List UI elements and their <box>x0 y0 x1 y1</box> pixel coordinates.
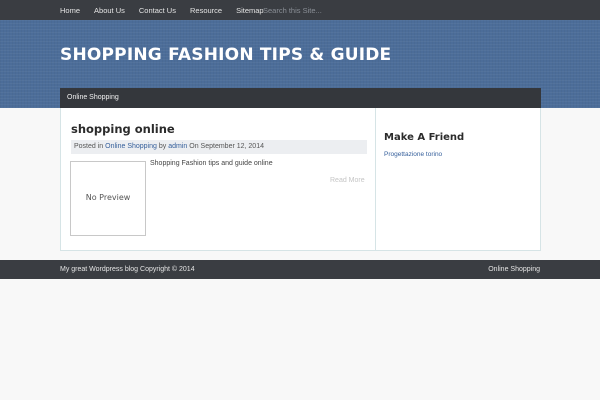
sidebar-widget-title: Make A Friend <box>384 132 465 143</box>
category-bar: Online Shopping <box>60 88 541 108</box>
footer-bar: My great Wordpress blog Copyright © 2014… <box>0 260 600 279</box>
post-thumbnail[interactable]: No Preview <box>70 161 146 236</box>
on-label: On <box>189 143 199 150</box>
by-label: by <box>158 143 167 150</box>
post-meta: Posted in Online Shopping by admin On Se… <box>71 140 367 154</box>
column-divider <box>375 108 376 250</box>
nav-link-home[interactable]: Home <box>60 6 80 15</box>
post-category-link[interactable]: Online Shopping <box>105 143 157 150</box>
read-more-link[interactable]: Read More <box>330 177 365 184</box>
content-area: shopping online Posted in Online Shoppin… <box>60 108 541 251</box>
nav-link-about-us[interactable]: About Us <box>94 6 125 15</box>
post-excerpt: Shopping Fashion tips and guide online <box>150 160 273 167</box>
site-title[interactable]: SHOPPING FASHION TIPS & GUIDE <box>60 45 391 65</box>
nav-link-resource[interactable]: Resource <box>190 6 222 15</box>
post-date: September 12, 2014 <box>200 143 264 150</box>
nav-link-contact-us[interactable]: Contact Us <box>139 6 176 15</box>
sidebar-friend-link[interactable]: Progettazione torino <box>384 151 442 158</box>
post-title[interactable]: shopping online <box>71 122 175 136</box>
post-author-link[interactable]: admin <box>168 143 187 150</box>
category-link-online-shopping[interactable]: Online Shopping <box>67 94 119 101</box>
top-navigation-bar: Home About Us Contact Us Resource Sitema… <box>0 0 600 20</box>
search-input[interactable] <box>263 4 343 16</box>
nav-link-sitemap[interactable]: Sitemap <box>236 6 264 15</box>
main-nav: Home About Us Contact Us Resource Sitema… <box>60 0 278 20</box>
footer-copyright: My great Wordpress blog Copyright © 2014 <box>60 266 195 273</box>
footer-link-online-shopping[interactable]: Online Shopping <box>488 266 540 273</box>
posted-in-label: Posted in <box>74 143 104 150</box>
thumbnail-placeholder-text: No Preview <box>85 193 131 202</box>
